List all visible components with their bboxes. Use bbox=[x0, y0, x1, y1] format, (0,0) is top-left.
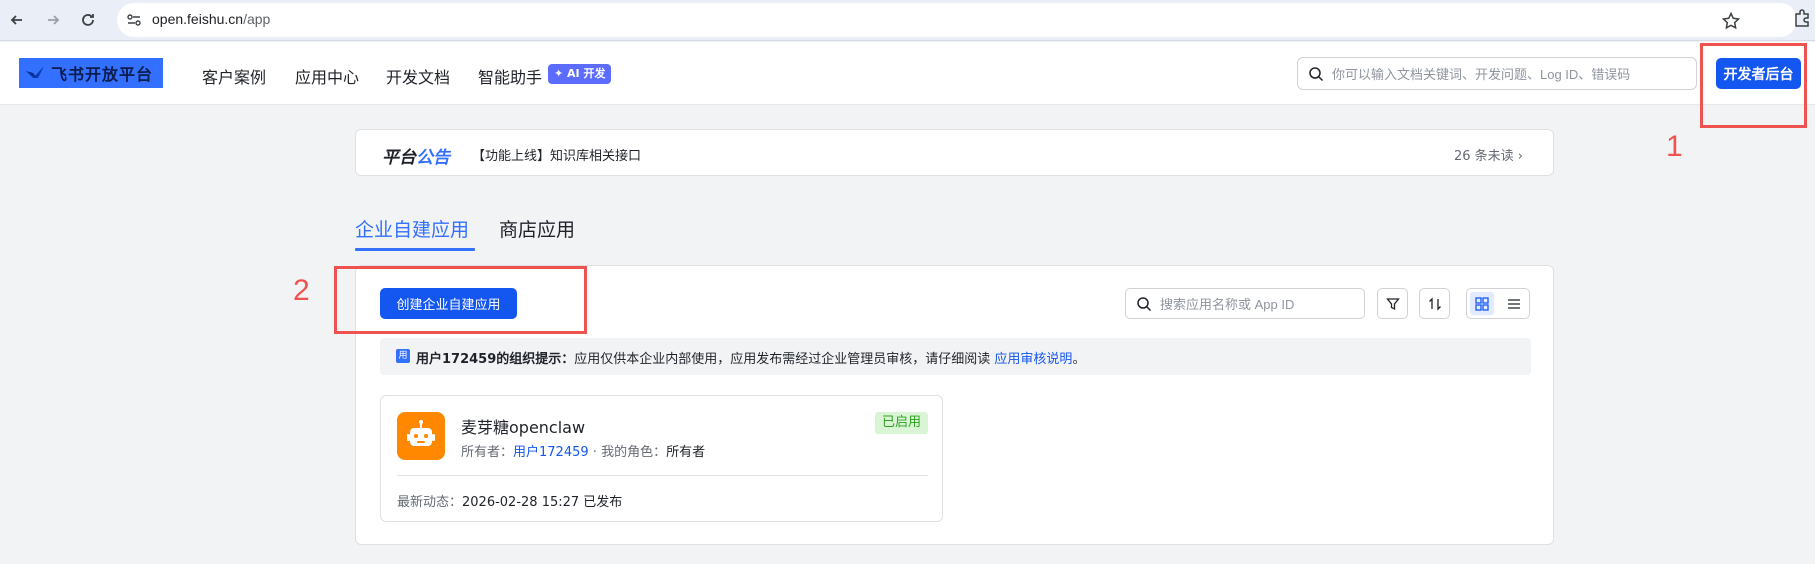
announcement-bar[interactable]: 平台公告 【功能上线】知识库相关接口 26 条未读 › bbox=[355, 129, 1554, 176]
url-host: open.feishu.cn bbox=[152, 11, 244, 27]
address-bar[interactable]: open.feishu.cn/app bbox=[117, 3, 1797, 37]
url-text: open.feishu.cn/app bbox=[152, 11, 270, 27]
app-search[interactable] bbox=[1125, 288, 1365, 319]
forward-icon[interactable] bbox=[41, 8, 65, 32]
tab-store-apps[interactable]: 商店应用 bbox=[499, 215, 575, 242]
grid-view-button[interactable] bbox=[1470, 292, 1494, 315]
annotation-label-1: 1 bbox=[1666, 130, 1683, 163]
sort-icon bbox=[1428, 296, 1441, 311]
annotation-box-1 bbox=[1700, 43, 1807, 128]
review-guide-link[interactable]: 应用审核说明 bbox=[994, 352, 1072, 367]
browser-toolbar: open.feishu.cn/app bbox=[0, 0, 1815, 41]
role-value: 所有者 bbox=[666, 445, 706, 460]
announcement-title: 平台公告 bbox=[382, 143, 450, 168]
logo-bird-icon bbox=[26, 66, 44, 78]
app-search-input[interactable] bbox=[1160, 294, 1355, 314]
active-tab-indicator bbox=[355, 248, 475, 251]
app-activity: 最新动态：2026-02-28 15:27 已发布 bbox=[397, 491, 622, 510]
back-icon[interactable] bbox=[5, 8, 29, 32]
ai-dev-badge: ✦ AI 开发 bbox=[548, 64, 612, 84]
doc-search[interactable] bbox=[1297, 57, 1697, 90]
app-name[interactable]: 麦芽糖openclaw bbox=[461, 414, 585, 438]
site-header: 飞书开放平台 客户案例 应用中心 开发文档 智能助手 ✦ AI 开发 开发者后台 bbox=[0, 42, 1815, 105]
search-icon bbox=[1309, 67, 1324, 82]
list-view-button[interactable] bbox=[1502, 292, 1526, 315]
grid-icon bbox=[1475, 296, 1489, 311]
logo-text: 飞书开放平台 bbox=[51, 65, 154, 84]
owner-link[interactable]: 用户172459 bbox=[513, 445, 589, 460]
annotation-label-2: 2 bbox=[293, 274, 310, 307]
role-label: 我的角色： bbox=[601, 445, 667, 460]
notice-user-icon: 用 bbox=[396, 349, 410, 363]
filter-icon bbox=[1385, 297, 1400, 310]
doc-search-input[interactable] bbox=[1332, 64, 1682, 84]
notice-bold: 用户172459的组织提示： bbox=[416, 352, 575, 367]
logo[interactable]: 飞书开放平台 bbox=[19, 58, 163, 88]
org-notice: 用 用户172459的组织提示：应用仅供本企业内部使用，应用发布需经过企业管理员… bbox=[380, 338, 1531, 375]
announcement-text[interactable]: 【功能上线】知识库相关接口 bbox=[472, 145, 641, 164]
extensions-icon[interactable] bbox=[1793, 9, 1811, 27]
nav-ai-assistant[interactable]: 智能助手 bbox=[478, 64, 542, 88]
annotation-box-2 bbox=[334, 266, 587, 334]
list-icon bbox=[1508, 298, 1520, 309]
nav-dev-docs[interactable]: 开发文档 bbox=[386, 64, 450, 88]
sort-button[interactable] bbox=[1419, 288, 1450, 319]
url-path: /app bbox=[243, 11, 271, 27]
announcement-title-main: 平台 bbox=[382, 148, 416, 168]
unread-count-link[interactable]: 26 条未读 › bbox=[1454, 145, 1523, 164]
activity-value: 2026-02-28 15:27 已发布 bbox=[462, 495, 623, 510]
robot-icon bbox=[397, 412, 445, 460]
site-settings-icon[interactable] bbox=[126, 12, 142, 28]
view-toggle bbox=[1466, 288, 1530, 319]
reload-icon[interactable] bbox=[76, 8, 100, 32]
owner-label: 所有者： bbox=[461, 445, 514, 460]
notice-body: 应用仅供本企业内部使用，应用发布需经过企业管理员审核，请仔细阅读 bbox=[574, 352, 995, 367]
app-card[interactable]: 麦芽糖openclaw 所有者：用户172459 · 我的角色：所有者 已启用 … bbox=[380, 395, 943, 522]
nav-customer-cases[interactable]: 客户案例 bbox=[202, 64, 266, 88]
search-icon bbox=[1137, 297, 1152, 312]
activity-label: 最新动态： bbox=[397, 495, 463, 510]
notice-end: 。 bbox=[1072, 352, 1086, 367]
card-divider bbox=[397, 475, 928, 476]
status-badge: 已启用 bbox=[874, 412, 928, 434]
app-meta: 所有者：用户172459 · 我的角色：所有者 bbox=[461, 441, 705, 460]
nav-app-center[interactable]: 应用中心 bbox=[295, 64, 359, 88]
announcement-title-accent: 公告 bbox=[416, 148, 450, 168]
filter-button[interactable] bbox=[1377, 288, 1408, 319]
bookmark-star-icon[interactable] bbox=[1721, 11, 1741, 31]
tab-enterprise-apps[interactable]: 企业自建应用 bbox=[355, 215, 469, 242]
meta-separator: · bbox=[588, 445, 602, 460]
notice-text: 用户172459的组织提示：应用仅供本企业内部使用，应用发布需经过企业管理员审核… bbox=[416, 348, 1085, 367]
